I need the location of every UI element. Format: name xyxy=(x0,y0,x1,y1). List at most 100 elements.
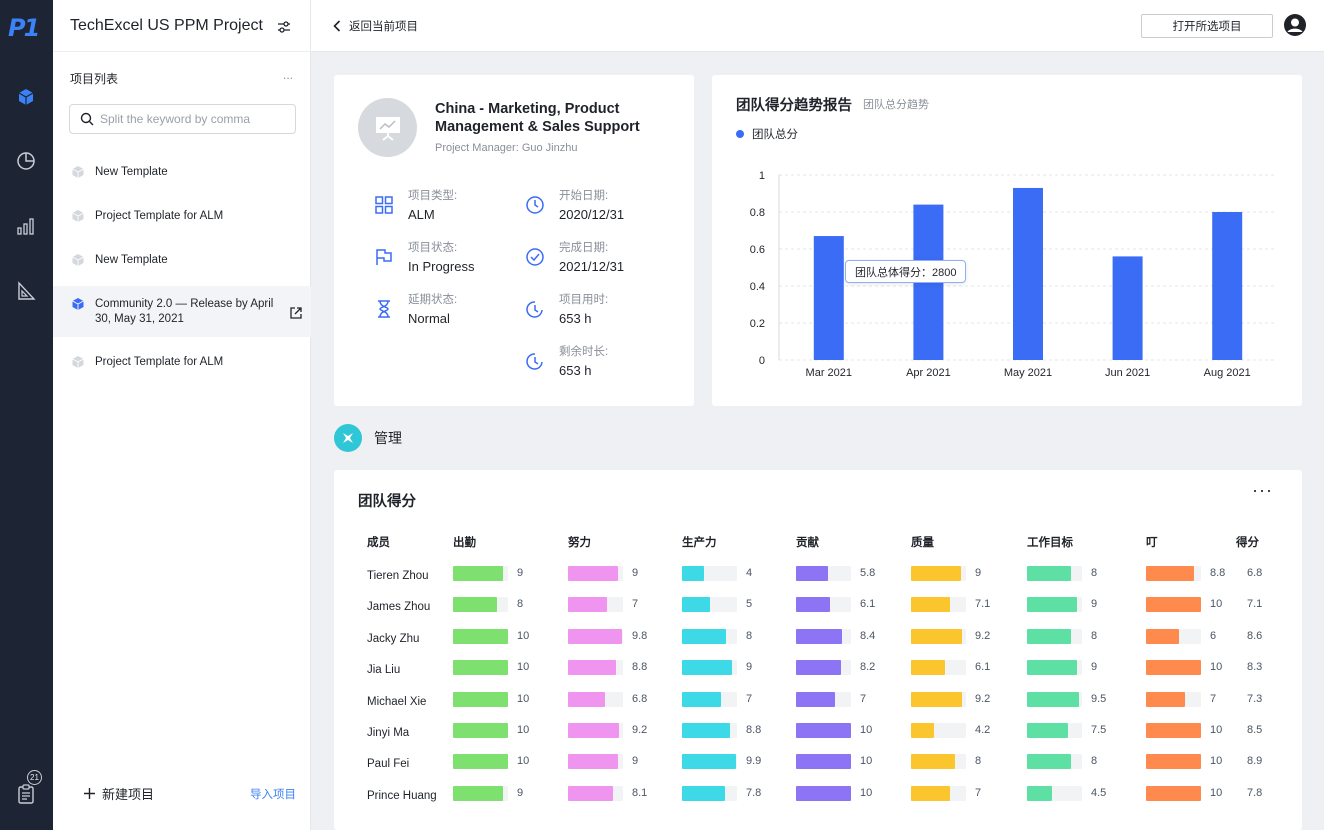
project-item-selected[interactable]: Community 2.0 — Release by April 30, May… xyxy=(53,286,311,337)
score-value: 8 xyxy=(975,755,982,768)
open-selected-project-button[interactable]: 打开所选项目 xyxy=(1141,14,1273,38)
score-bar-fill xyxy=(1146,628,1179,644)
field-value: 2020/12/31 xyxy=(559,207,625,222)
score-value: 6.1 xyxy=(975,661,991,674)
score-bar-track xyxy=(796,785,851,801)
pie-chart-icon[interactable] xyxy=(14,149,38,173)
score-value: 9 xyxy=(1091,661,1098,674)
score-bar-track xyxy=(453,785,508,801)
score-bar-track xyxy=(796,691,851,707)
score-bar-track xyxy=(1027,723,1082,738)
total-score: 8.9 xyxy=(1247,755,1263,768)
project-item[interactable]: Project Template for ALM xyxy=(53,209,311,225)
bar xyxy=(813,236,844,360)
score-value: 10 xyxy=(860,786,873,799)
search-input[interactable] xyxy=(100,112,290,126)
open-external-icon[interactable] xyxy=(289,306,303,320)
score-bar-fill xyxy=(911,785,950,801)
score-value: 8.8 xyxy=(1210,567,1226,579)
score-value: 10 xyxy=(1210,786,1223,799)
score-bar-fill xyxy=(453,628,508,644)
score-value: 10 xyxy=(517,755,530,768)
bar xyxy=(1212,212,1243,360)
user-avatar-icon[interactable] xyxy=(1283,13,1307,37)
end-date-field: 完成日期: 2021/12/31 xyxy=(525,241,624,275)
score-value: 8 xyxy=(1091,755,1098,768)
score-bar-track xyxy=(1146,754,1201,770)
project-item-label: Community 2.0 — Release by April 30, May… xyxy=(95,298,274,325)
plus-icon xyxy=(84,788,95,799)
check-circle-icon xyxy=(526,248,544,266)
score-bar-track xyxy=(568,723,623,738)
member-name: Jacky Zhu xyxy=(367,632,420,645)
y-tick-label: 0.4 xyxy=(750,281,765,293)
score-value: 8.2 xyxy=(860,661,876,674)
cube-icon[interactable] xyxy=(14,85,38,109)
score-bar-fill xyxy=(1146,785,1201,801)
score-value: 5 xyxy=(746,598,753,611)
settings-sliders-icon[interactable] xyxy=(275,18,293,36)
cube-icon xyxy=(72,298,84,310)
member-name: Prince Huang xyxy=(367,789,437,802)
back-label: 返回当前项目 xyxy=(349,21,418,33)
field-value: 653 h xyxy=(559,363,592,378)
member-name: Paul Fei xyxy=(367,758,410,771)
score-bar-fill xyxy=(682,660,732,676)
score-bar-track xyxy=(568,660,623,676)
score-bar-fill xyxy=(453,785,503,801)
column-header: 质量 xyxy=(911,537,934,549)
search-box xyxy=(69,104,296,134)
new-project-button[interactable]: 新建项目 xyxy=(83,784,154,803)
column-header: 得分 xyxy=(1236,537,1259,549)
score-value: 7 xyxy=(975,786,982,799)
presentation-icon xyxy=(375,116,400,141)
score-bar-fill xyxy=(911,723,935,738)
score-value: 9 xyxy=(1091,598,1098,611)
score-value: 10 xyxy=(1210,724,1223,736)
score-bar-track xyxy=(1027,754,1082,770)
score-bar-fill xyxy=(453,723,508,738)
clipboard-icon[interactable] xyxy=(14,782,38,806)
management-section-header: 管理 xyxy=(334,424,402,452)
more-options-button[interactable]: ··· xyxy=(1252,480,1273,501)
score-value: 7.8 xyxy=(746,786,762,799)
hourglass-icon xyxy=(378,300,390,318)
column-header: 出勤 xyxy=(453,537,476,549)
timer-icon xyxy=(526,301,543,318)
score-bar-track xyxy=(453,597,508,613)
score-value: 7 xyxy=(1210,692,1217,705)
project-image xyxy=(358,98,417,157)
y-tick-label: 0.8 xyxy=(750,207,765,219)
score-bar-track xyxy=(1027,597,1082,613)
score-value: 9 xyxy=(632,755,639,768)
project-item[interactable]: New Template xyxy=(53,253,311,269)
score-bar-fill xyxy=(796,754,851,770)
score-bar-fill xyxy=(1027,723,1069,738)
score-bar-fill xyxy=(682,785,725,801)
score-bar-track xyxy=(682,754,737,770)
project-item[interactable]: New Template xyxy=(53,165,311,181)
score-bar-track xyxy=(682,628,737,644)
bar-chart-icon[interactable] xyxy=(14,214,38,238)
score-bar-fill xyxy=(1146,691,1185,707)
column-header: 成员 xyxy=(367,537,390,549)
field-label: 开始日期: xyxy=(559,190,609,202)
score-value: 9 xyxy=(517,786,524,799)
triangle-ruler-icon[interactable] xyxy=(14,279,38,303)
score-bar-track xyxy=(568,566,623,581)
project-item[interactable]: Project Template for ALM xyxy=(53,355,311,371)
field-value: 2021/12/31 xyxy=(559,259,625,274)
score-value: 9 xyxy=(746,661,753,674)
back-to-project-button[interactable]: 返回当前项目 xyxy=(333,18,418,34)
score-bar-fill xyxy=(1027,628,1071,644)
new-project-label: 新建项目 xyxy=(102,787,155,802)
total-score: 7.8 xyxy=(1247,786,1263,799)
delay-status-field: 延期状态: Normal xyxy=(374,293,457,327)
score-value: 7.1 xyxy=(975,598,991,611)
time-used-field: 项目用时: 653 h xyxy=(525,293,608,327)
project-item-label: Project Template for ALM xyxy=(95,356,224,368)
project-list-more-button[interactable]: ... xyxy=(283,68,293,82)
score-bar-track xyxy=(453,660,508,676)
import-project-link[interactable]: 导入项目 xyxy=(250,786,296,802)
score-bar-fill xyxy=(453,754,508,770)
